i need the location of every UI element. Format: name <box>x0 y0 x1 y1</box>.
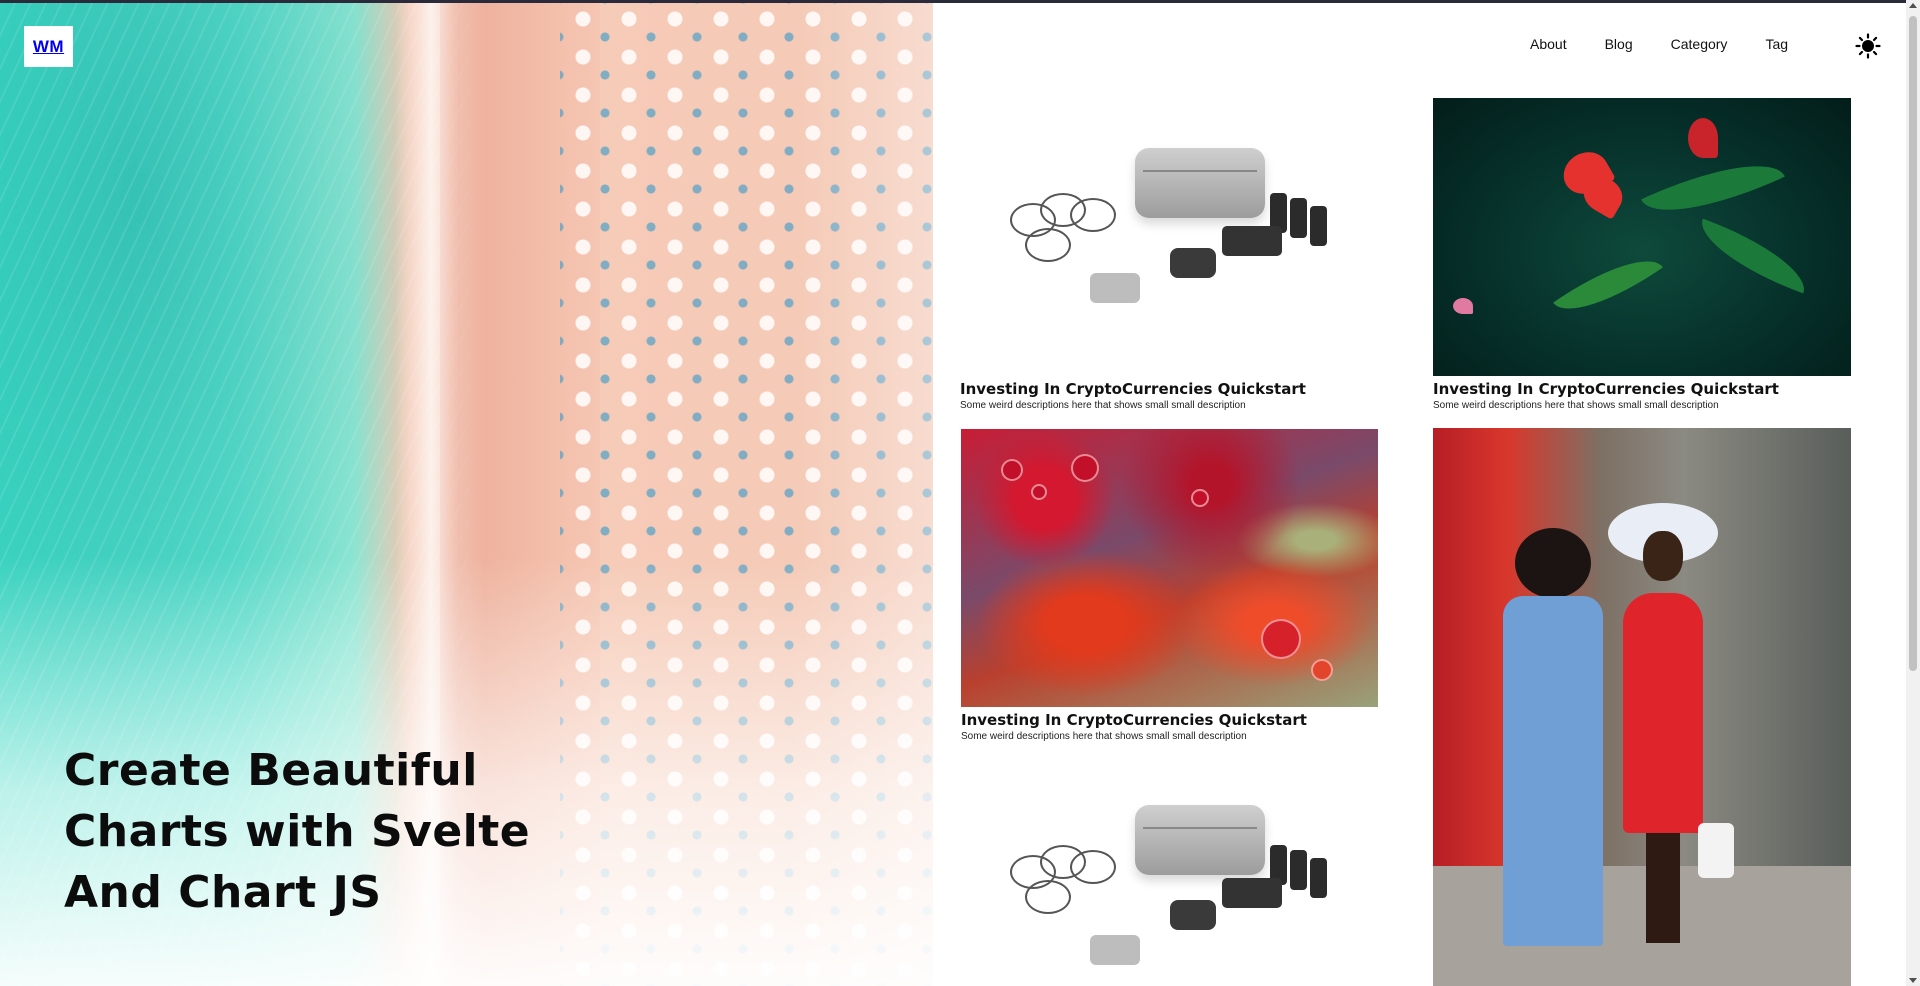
scroll-up-icon[interactable] <box>1909 3 1917 8</box>
post-image-flower[interactable] <box>1433 98 1851 376</box>
hero-title-line: And Chart JS <box>64 867 382 918</box>
hero-title-line: Create Beautiful <box>64 745 478 796</box>
theme-toggle-button[interactable] <box>1855 33 1881 59</box>
post-card[interactable] <box>960 760 1378 986</box>
post-image-couple[interactable] <box>1433 428 1851 986</box>
post-card[interactable] <box>1433 428 1851 986</box>
page-scrollbar[interactable] <box>1906 0 1920 986</box>
post-description: Some weird descriptions here that shows … <box>960 400 1246 411</box>
post-card[interactable]: Investing In CryptoCurrencies Quickstart… <box>1433 98 1851 413</box>
window-top-border <box>0 0 1920 3</box>
nav-link-category[interactable]: Category <box>1671 36 1728 52</box>
nav-link-about[interactable]: About <box>1530 36 1567 52</box>
nav-link-tag[interactable]: Tag <box>1765 36 1788 52</box>
hero-title: Create Beautiful Charts with Svelte And … <box>64 740 584 923</box>
post-description: Some weird descriptions here that shows … <box>961 731 1247 742</box>
post-description: Some weird descriptions here that shows … <box>1433 400 1719 411</box>
post-title[interactable]: Investing In CryptoCurrencies Quickstart <box>1433 380 1779 398</box>
scrollbar-thumb[interactable] <box>1909 16 1917 671</box>
post-title[interactable]: Investing In CryptoCurrencies Quickstart <box>961 711 1307 729</box>
scroll-down-icon[interactable] <box>1909 978 1917 983</box>
hero-title-line: Charts with Svelte <box>64 806 531 857</box>
sun-icon <box>1855 33 1881 59</box>
post-card[interactable]: Investing In CryptoCurrencies Quickstart… <box>960 98 1378 413</box>
post-image-drone[interactable] <box>960 760 1378 986</box>
post-image-acrylic[interactable] <box>961 429 1378 707</box>
nav-link-blog[interactable]: Blog <box>1605 36 1633 52</box>
post-image-drone[interactable] <box>960 98 1378 376</box>
site-logo[interactable]: WM <box>24 26 73 67</box>
post-card[interactable]: Investing In CryptoCurrencies Quickstart… <box>961 429 1378 744</box>
main-nav: About Blog Category Tag <box>1530 36 1826 52</box>
post-title[interactable]: Investing In CryptoCurrencies Quickstart <box>960 380 1306 398</box>
